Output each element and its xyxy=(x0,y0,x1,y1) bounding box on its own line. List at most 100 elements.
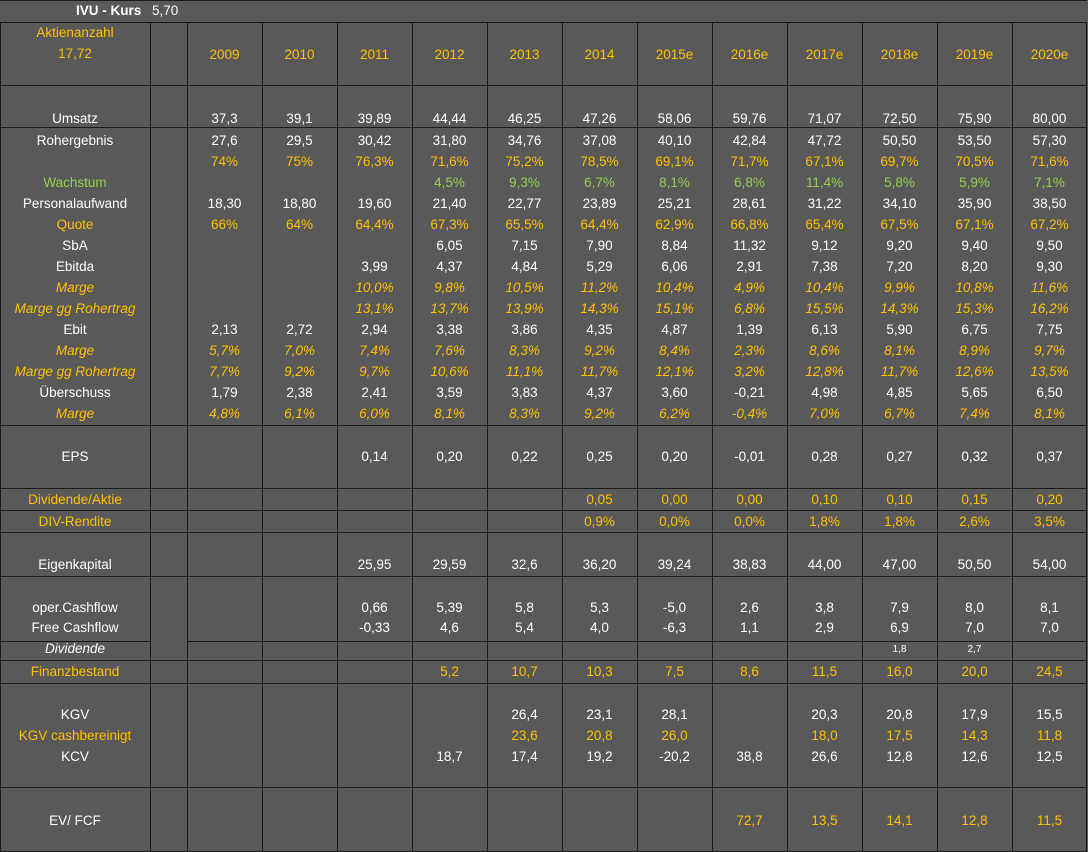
table-cell: 0,27 xyxy=(886,449,913,464)
year-header: 2020e xyxy=(1030,47,1069,62)
grid-line-horizontal xyxy=(0,576,1087,577)
table-cell: 13,9% xyxy=(505,301,544,316)
table-cell: 31,22 xyxy=(807,196,842,211)
table-cell: 9,50 xyxy=(1036,238,1063,253)
table-cell: 1,8 xyxy=(892,644,907,655)
table-cell: 9,7% xyxy=(1034,343,1065,358)
table-cell: 11,7% xyxy=(580,364,619,379)
shares-label: Aktienanzahl xyxy=(36,25,114,40)
table-cell: 6,06 xyxy=(661,259,688,274)
table-cell: 18,30 xyxy=(207,196,242,211)
table-cell: 4,37 xyxy=(586,385,613,400)
table-cell: 11,5 xyxy=(811,664,838,679)
table-cell: 26,0 xyxy=(661,728,688,743)
table-cell: 8,3% xyxy=(509,406,540,421)
table-cell: 78,5% xyxy=(580,154,619,169)
table-cell: 24,5 xyxy=(1036,664,1063,679)
table-cell: 67,1% xyxy=(955,217,994,232)
table-cell: 8,3% xyxy=(509,343,540,358)
table-cell: 6,9 xyxy=(890,620,909,635)
table-cell: 9,7% xyxy=(359,364,390,379)
grid-line-horizontal xyxy=(0,0,1087,1)
table-cell: -0,01 xyxy=(734,449,765,464)
table-cell: 53,50 xyxy=(957,133,992,148)
row-label: Ebitda xyxy=(55,259,95,274)
title-row: IVU - Kurs 5,70 xyxy=(0,0,1087,22)
table-cell: 18,7 xyxy=(436,749,463,764)
table-cell: 26,6 xyxy=(811,749,838,764)
table-cell: 47,72 xyxy=(807,133,842,148)
row-label: SbA xyxy=(62,238,88,253)
table-cell: 4,85 xyxy=(886,385,913,400)
table-cell: 28,1 xyxy=(661,707,688,722)
table-cell: 30,42 xyxy=(357,133,392,148)
table-cell: 2,72 xyxy=(286,322,313,337)
table-cell: 35,90 xyxy=(957,196,992,211)
table-cell: 6,0% xyxy=(359,406,390,421)
table-cell: 7,0 xyxy=(965,620,984,635)
table-cell: 20,3 xyxy=(811,707,838,722)
table-cell: 12,8 xyxy=(961,813,988,828)
table-cell: 6,50 xyxy=(1036,385,1063,400)
table-cell: 5,3 xyxy=(590,600,609,615)
table-cell: 11,6% xyxy=(1030,280,1069,295)
table-cell: 7,6% xyxy=(434,343,465,358)
table-cell: 6,1% xyxy=(284,406,315,421)
year-header: 2016e xyxy=(730,47,769,62)
table-cell: 38,8 xyxy=(736,749,763,764)
table-cell: 14,1 xyxy=(886,813,913,828)
spreadsheet: IVU - Kurs 5,70 Aktienanzahl 17,72 2009 2… xyxy=(0,0,1087,852)
table-cell: 17,4 xyxy=(511,749,538,764)
grid-line-vertical xyxy=(150,22,151,851)
table-cell: 72,50 xyxy=(882,111,917,126)
row-label: Eigenkapital xyxy=(38,557,112,572)
table-cell: 28,61 xyxy=(732,196,767,211)
table-cell: 8,1% xyxy=(884,343,915,358)
table-cell: 9,8% xyxy=(434,280,465,295)
row-label: Marge xyxy=(55,343,95,358)
grid-line-horizontal xyxy=(0,127,1087,128)
table-cell: 50,50 xyxy=(957,557,992,572)
table-cell: 16,0 xyxy=(886,664,913,679)
table-cell: 9,9% xyxy=(884,280,915,295)
table-cell: 20,0 xyxy=(961,664,988,679)
row-label: Dividende/Aktie xyxy=(28,492,122,507)
table-cell: 6,8% xyxy=(734,301,765,316)
row-label: Dividende xyxy=(44,641,106,656)
table-cell: 39,89 xyxy=(357,111,392,126)
table-cell: 66% xyxy=(210,217,239,232)
table-cell: 75% xyxy=(285,154,314,169)
table-cell: 29,5 xyxy=(286,133,313,148)
table-cell: 5,39 xyxy=(436,600,463,615)
table-cell: 13,5% xyxy=(1030,364,1069,379)
table-cell: 2,41 xyxy=(361,385,388,400)
table-cell: 44,44 xyxy=(432,111,467,126)
table-cell: 5,8% xyxy=(884,175,915,190)
table-cell: 0,15 xyxy=(961,492,988,507)
table-cell: 9,12 xyxy=(811,238,838,253)
table-cell: 10,5% xyxy=(505,280,544,295)
table-cell: 0,20 xyxy=(436,449,463,464)
table-cell: 38,83 xyxy=(732,557,767,572)
table-cell: 3,99 xyxy=(361,259,388,274)
table-cell: 2,13 xyxy=(211,322,238,337)
table-cell: 67,1% xyxy=(805,154,844,169)
table-cell: 0,25 xyxy=(586,449,613,464)
table-cell: 64,4% xyxy=(355,217,394,232)
table-cell: 2,7 xyxy=(967,644,982,655)
table-cell: 32,6 xyxy=(511,557,538,572)
table-cell: 36,20 xyxy=(582,557,617,572)
table-cell: 0,28 xyxy=(811,449,838,464)
table-cell: 50,50 xyxy=(882,133,917,148)
table-cell: 10,4% xyxy=(655,280,694,295)
row-label: Wachstum xyxy=(43,175,107,190)
table-cell: 37,08 xyxy=(582,133,617,148)
table-cell: 47,26 xyxy=(582,111,617,126)
table-cell: 71,6% xyxy=(1030,154,1069,169)
table-cell: 9,20 xyxy=(886,238,913,253)
table-cell: 39,1 xyxy=(286,111,313,126)
grid-line-horizontal xyxy=(0,22,1087,23)
table-cell: 13,7% xyxy=(430,301,469,316)
table-cell: 11,2% xyxy=(580,280,619,295)
table-cell: 9,3% xyxy=(509,175,540,190)
